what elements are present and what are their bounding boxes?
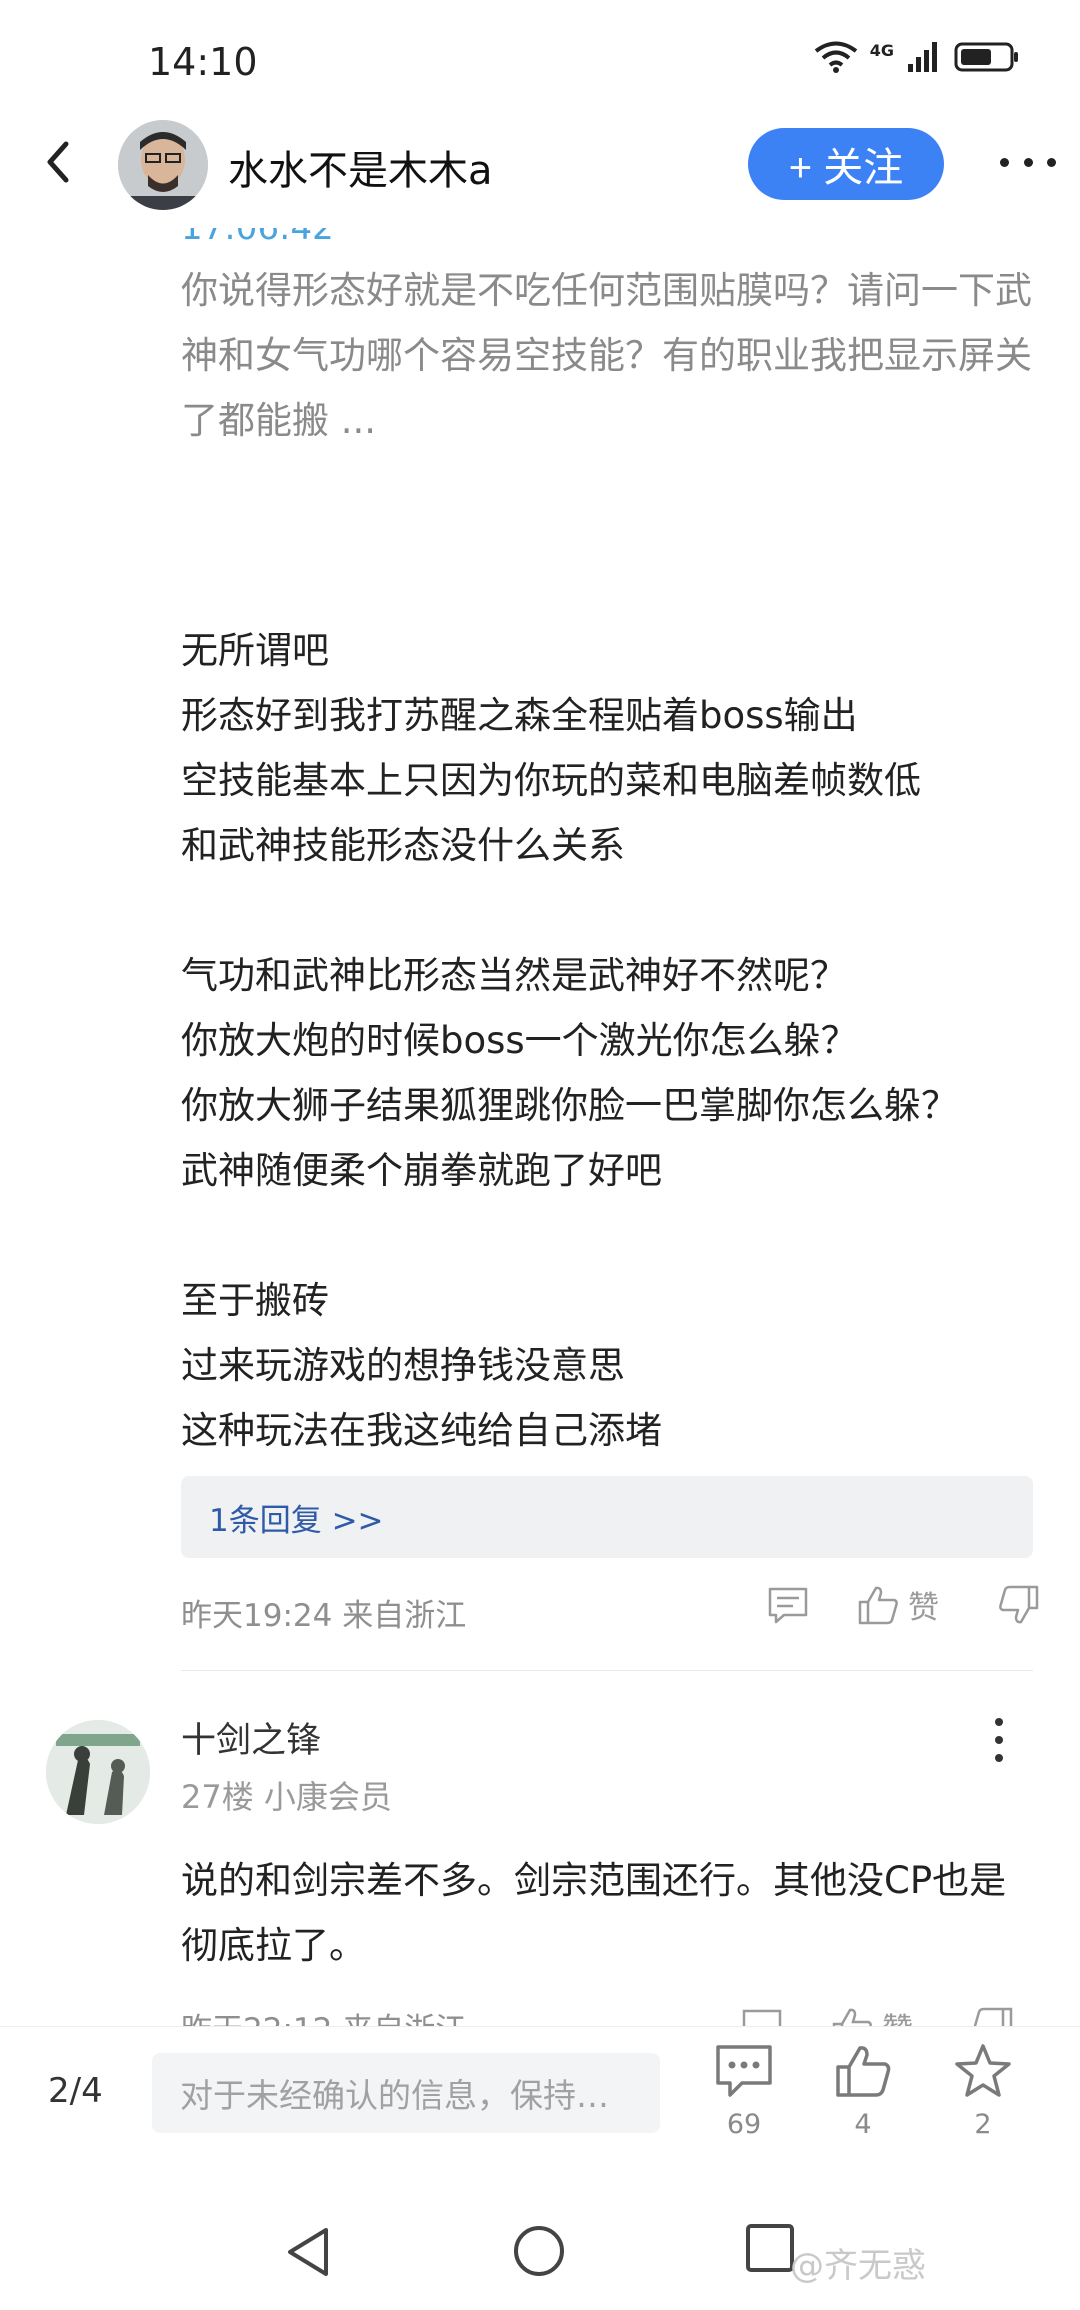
back-arrow-icon[interactable] bbox=[34, 136, 86, 188]
post-header: 水水不是木木a + 关注 bbox=[0, 120, 1080, 210]
system-navigation-bar: @齐无惑 bbox=[0, 2186, 1080, 2310]
reply-line: 你放大炮的时候boss一个激光你怎么躲？ bbox=[181, 1019, 858, 1062]
thumbs-up-icon bbox=[836, 2046, 891, 2097]
watermark: @齐无惑 bbox=[790, 2246, 926, 2286]
status-icons: 4G bbox=[814, 40, 1020, 74]
author-username[interactable]: 水水不是木木a bbox=[228, 138, 493, 196]
like-count: 4 bbox=[854, 2109, 872, 2140]
reply-line: 气功和武神比形态当然是武神好不然呢？ bbox=[181, 954, 847, 997]
signal-icon bbox=[908, 42, 937, 72]
commenter-name[interactable]: 十剑之锋 bbox=[181, 1712, 321, 1763]
quoted-timestamp: 17:06:42 bbox=[181, 208, 334, 248]
author-avatar[interactable] bbox=[118, 120, 208, 210]
favorite-count: 2 bbox=[974, 2109, 992, 2140]
thumbs-up-icon bbox=[858, 1586, 898, 1624]
status-bar: 14:10 4G bbox=[0, 0, 1080, 120]
comment-divider bbox=[181, 1670, 1033, 1671]
comment-count: 69 bbox=[726, 2109, 762, 2140]
comments-button[interactable]: 69 bbox=[704, 2043, 784, 2140]
battery-icon bbox=[954, 42, 1018, 72]
reply-line: 空技能基本上只因为你玩的菜和电脑差帧数低 bbox=[181, 759, 921, 802]
comment-input[interactable]: 对于未经确认的信息，保持… bbox=[152, 2053, 660, 2133]
nav-recents-icon[interactable] bbox=[744, 2222, 796, 2274]
reply-line: 你放大狮子结果狐狸跳你脸一巴掌脚你怎么躲？ bbox=[181, 1084, 958, 1127]
commenter-avatar[interactable] bbox=[46, 1720, 150, 1824]
status-time: 14:10 bbox=[148, 40, 258, 84]
follow-button[interactable]: + 关注 bbox=[748, 128, 944, 200]
reply-line: 至于搬砖 bbox=[181, 1279, 329, 1322]
quoted-post-text[interactable]: 你说得形态好就是不吃任何范围贴膜吗？请问一下武神和女气功哪个容易空技能？有的职业… bbox=[181, 258, 1041, 453]
reply-line: 和武神技能形态没什么关系 bbox=[181, 824, 625, 867]
star-icon bbox=[955, 2044, 1011, 2097]
comment-bubble-icon bbox=[716, 2045, 772, 2097]
comment-icon[interactable] bbox=[766, 1585, 810, 1625]
view-replies-link[interactable]: 1条回复 >> bbox=[181, 1476, 1033, 1558]
reply-timestamp-location: 昨天19:24 来自浙江 bbox=[181, 1598, 467, 1634]
nav-back-icon[interactable] bbox=[282, 2224, 334, 2280]
reply-line: 形态好到我打苏醒之森全程贴着boss输出 bbox=[181, 694, 858, 737]
wifi-icon bbox=[814, 41, 857, 73]
avatar-photo-icon bbox=[46, 1720, 150, 1824]
nav-home-icon[interactable] bbox=[512, 2224, 566, 2278]
floor-info: 27楼 小康会员 bbox=[181, 1778, 392, 1816]
reply-line: 武神随便柔个崩拳就跑了好吧 bbox=[181, 1149, 662, 1192]
avatar-portrait-icon bbox=[118, 120, 208, 210]
like-label: 赞 bbox=[908, 1590, 939, 1626]
thumbs-down-icon[interactable] bbox=[997, 1584, 1041, 1626]
favorite-button[interactable]: 2 bbox=[943, 2043, 1023, 2140]
comment-more-icon[interactable] bbox=[992, 1718, 1006, 1762]
reply-line: 这种玩法在我这纯给自己添堵 bbox=[181, 1409, 662, 1452]
more-options-icon[interactable] bbox=[1000, 150, 1056, 174]
reply-line: 无所谓吧 bbox=[181, 629, 329, 672]
comment-text[interactable]: 说的和剑宗差不多。剑宗范围还行。其他没CP也是彻底拉了。 bbox=[181, 1848, 1041, 1978]
reply-line: 过来玩游戏的想挣钱没意思 bbox=[181, 1344, 625, 1387]
page-indicator[interactable]: 2/4 bbox=[48, 2071, 103, 2111]
like-button[interactable]: 4 bbox=[823, 2043, 903, 2140]
reply-meta-row: 昨天19:24 来自浙江 赞 bbox=[181, 1580, 1041, 1640]
network-type-label: 4G bbox=[869, 40, 894, 60]
reply-actions: 赞 bbox=[766, 1582, 1041, 1627]
bottom-action-bar: 2/4 对于未经确认的信息，保持… 69 4 2 bbox=[0, 2026, 1080, 2187]
reply-body-text: 无所谓吧形态好到我打苏醒之森全程贴着boss输出空技能基本上只因为你玩的菜和电脑… bbox=[181, 618, 1041, 1463]
like-action[interactable]: 赞 bbox=[856, 1582, 997, 1627]
